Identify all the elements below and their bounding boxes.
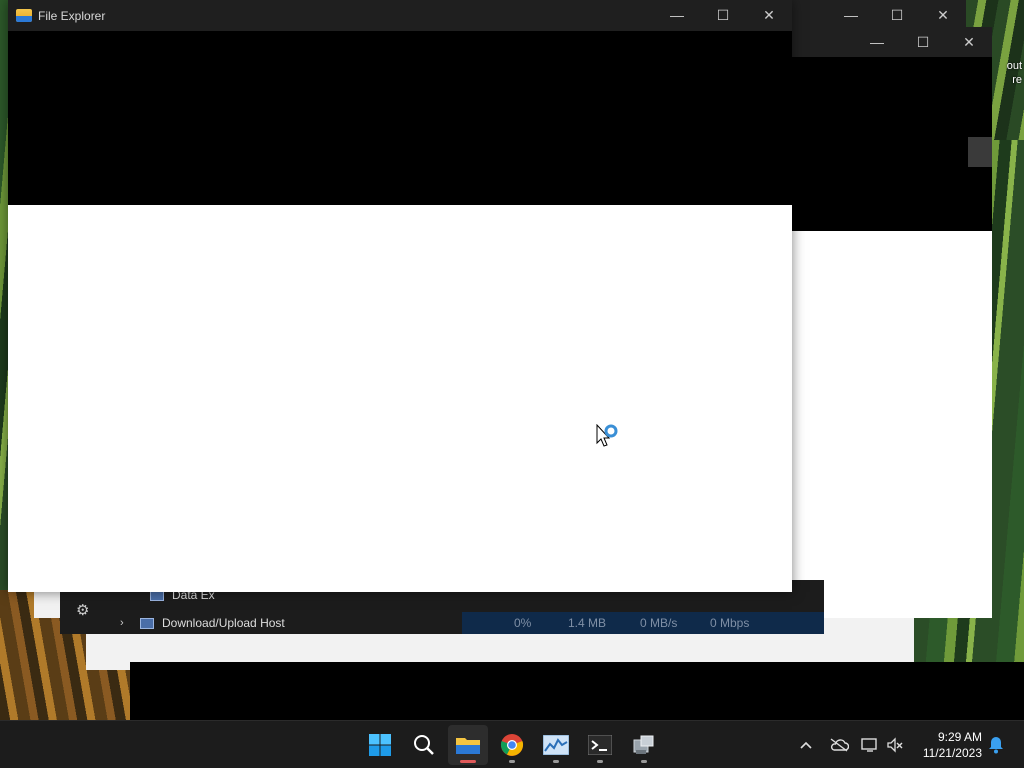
minimize-button[interactable]: — — [854, 27, 900, 57]
process-stats: 0% 1.4 MB 0 MB/s 0 Mbps — [462, 612, 824, 634]
show-hidden-icons-button[interactable] — [794, 721, 818, 768]
active-indicator — [460, 760, 476, 763]
desktop-partial-text: out — [1006, 60, 1022, 72]
taskbar-chrome[interactable] — [492, 725, 532, 765]
taskbar-network-app[interactable] — [624, 725, 664, 765]
stacked-window-edge — [86, 630, 130, 670]
minimize-button[interactable]: — — [828, 0, 874, 30]
stacked-window-edge — [824, 618, 914, 634]
chevron-up-icon — [800, 741, 812, 749]
search-button[interactable] — [404, 725, 444, 765]
close-button[interactable]: ✕ — [920, 0, 966, 30]
disk-value: 0 MB/s — [640, 616, 678, 630]
file-explorer-window[interactable]: File Explorer — ☐ ✕ — [8, 0, 792, 592]
desktop-dark-area — [130, 662, 1024, 720]
window-title: File Explorer — [38, 8, 106, 23]
maximize-button[interactable]: ☐ — [874, 0, 920, 30]
maximize-button[interactable]: ☐ — [900, 27, 946, 57]
window-content-black — [792, 57, 992, 231]
close-button[interactable]: ✕ — [746, 0, 792, 30]
gear-icon[interactable]: ⚙ — [76, 601, 89, 619]
taskbar-resource-monitor[interactable] — [536, 725, 576, 765]
chevron-right-icon[interactable]: › — [120, 617, 134, 629]
network-value: 0 Mbps — [710, 616, 750, 630]
bell-icon — [989, 737, 1003, 754]
chart-icon — [543, 735, 569, 755]
desktop-partial-text: re — [1012, 74, 1022, 86]
process-icon — [140, 617, 154, 629]
taskbar-clock[interactable]: 9:29 AM 11/21/2023 — [923, 729, 982, 761]
monitor-icon — [861, 738, 877, 752]
terminal-icon — [588, 735, 612, 755]
speaker-muted-icon — [887, 737, 903, 753]
windows-logo-icon — [369, 734, 391, 756]
volume-tray-button[interactable] — [884, 721, 906, 768]
running-indicator — [509, 760, 515, 763]
onedrive-tray-button[interactable] — [826, 721, 852, 768]
search-icon — [414, 735, 434, 755]
network-icon — [633, 735, 654, 754]
minimize-button[interactable]: — — [654, 0, 700, 30]
notifications-button[interactable] — [984, 721, 1008, 768]
clock-date: 11/21/2023 — [922, 746, 982, 760]
close-button[interactable]: ✕ — [946, 27, 992, 57]
chrome-icon — [500, 734, 524, 756]
cloud-offline-icon — [830, 738, 849, 752]
window-side-tab — [968, 137, 992, 167]
start-button[interactable] — [360, 725, 400, 765]
taskbar-terminal[interactable] — [580, 725, 620, 765]
background-window-2[interactable]: — ☐ ✕ — [792, 27, 992, 618]
window-titlebar[interactable]: File Explorer — ☐ ✕ — [8, 0, 792, 31]
running-indicator — [553, 760, 559, 763]
taskbar: 9:29 AM 11/21/2023 — [0, 720, 1024, 768]
cpu-value: 0% — [514, 616, 532, 630]
process-row[interactable]: › Download/Upload Host — [120, 612, 285, 634]
busy-cursor-icon — [596, 423, 622, 455]
process-name: Download/Upload Host — [162, 616, 285, 630]
stacked-window-edge — [130, 634, 914, 662]
maximize-button[interactable]: ☐ — [700, 0, 746, 30]
background-window-1[interactable]: — ☐ ✕ — [792, 0, 966, 30]
window-titlebar[interactable]: — ☐ ✕ — [792, 27, 992, 57]
running-indicator — [641, 760, 647, 763]
folder-icon — [456, 738, 480, 754]
clock-time: 9:29 AM — [937, 730, 982, 744]
display-tray-button[interactable] — [858, 721, 882, 768]
memory-value: 1.4 MB — [568, 616, 607, 630]
folder-icon — [16, 9, 32, 22]
taskbar-file-explorer[interactable] — [448, 725, 488, 765]
running-indicator — [597, 760, 603, 763]
window-content-loading — [8, 31, 792, 205]
